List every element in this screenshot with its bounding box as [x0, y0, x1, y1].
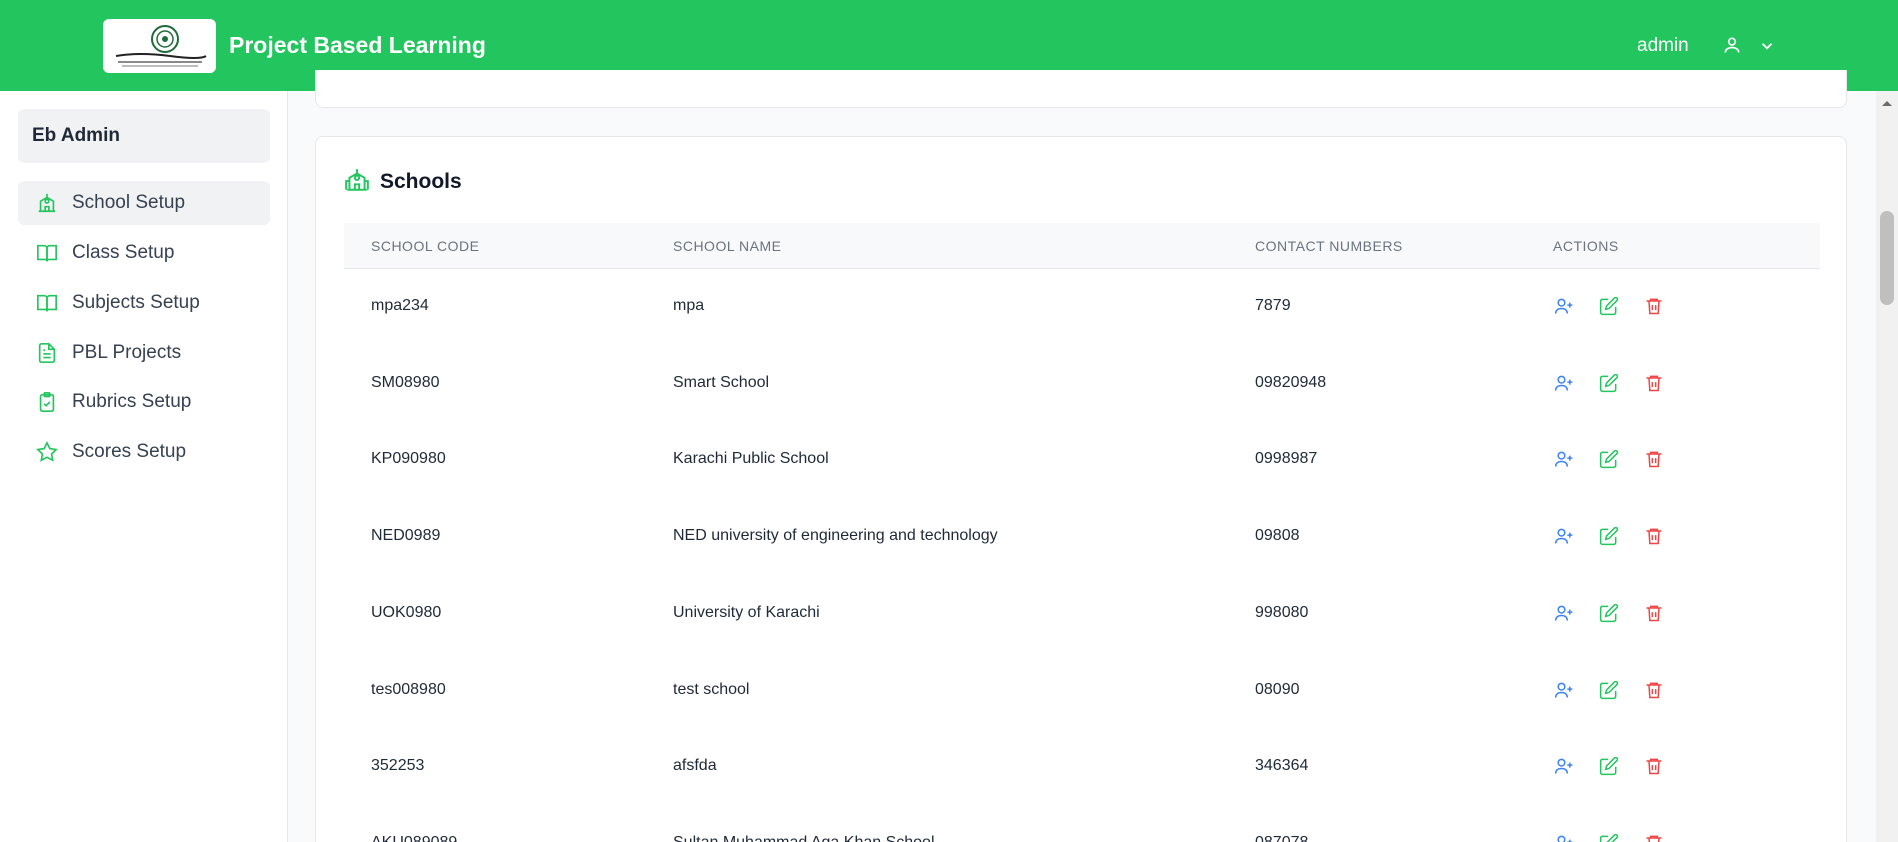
- school-code-cell: tes008980: [371, 680, 446, 698]
- sidebar-item-label: PBL Projects: [72, 342, 182, 363]
- logo[interactable]: [103, 19, 216, 73]
- edit-icon[interactable]: [1599, 373, 1619, 393]
- delete-icon[interactable]: [1644, 833, 1664, 842]
- school-code-cell: NED0989: [371, 527, 441, 545]
- column-header-contact-numbers: CONTACT NUMBERS: [1255, 238, 1403, 254]
- table-row: UOK0980 University of Karachi 998080: [344, 576, 1820, 652]
- card-title: Schools: [380, 170, 462, 193]
- book-open-icon: [37, 294, 57, 312]
- delete-icon[interactable]: [1644, 449, 1664, 469]
- contact-number-cell: 346364: [1255, 757, 1309, 775]
- school-code-cell: 352253: [371, 757, 425, 775]
- school-name-cell: Karachi Public School: [673, 450, 829, 468]
- add-user-icon[interactable]: [1554, 680, 1574, 700]
- school-name-cell: afsfda: [673, 757, 717, 775]
- school-icon: [345, 169, 369, 191]
- school-name-cell: Smart School: [673, 373, 770, 391]
- school-name-cell: mpa: [673, 297, 705, 314]
- user-name[interactable]: admin: [1637, 35, 1689, 57]
- contact-number-cell: 7879: [1255, 297, 1291, 314]
- sidebar-item-label: Scores Setup: [72, 441, 187, 462]
- sidebar: Eb Admin School Setup Class Setup Subjec…: [0, 91, 288, 842]
- school-code-cell: KP090980: [371, 450, 446, 468]
- sidebar-item-scores-setup[interactable]: Scores Setup: [18, 430, 270, 474]
- delete-icon[interactable]: [1644, 603, 1664, 623]
- sidebar-item-class-setup[interactable]: Class Setup: [18, 231, 270, 275]
- edit-icon[interactable]: [1599, 833, 1619, 842]
- scrollbar[interactable]: [1876, 91, 1898, 842]
- sidebar-item-label: School Setup: [72, 192, 186, 213]
- add-user-icon[interactable]: [1554, 373, 1574, 393]
- add-user-icon[interactable]: [1554, 526, 1574, 546]
- add-user-icon[interactable]: [1554, 449, 1574, 469]
- contact-number-cell: 09808: [1255, 527, 1300, 545]
- sidebar-item-label: Rubrics Setup: [72, 391, 192, 412]
- sidebar-item-rubrics-setup[interactable]: Rubrics Setup: [18, 380, 270, 424]
- sidebar-title: Eb Admin: [18, 109, 270, 163]
- chevron-down-icon[interactable]: [1758, 37, 1776, 55]
- edit-icon[interactable]: [1599, 603, 1619, 623]
- delete-icon[interactable]: [1644, 296, 1664, 316]
- school-name-cell: test school: [673, 680, 750, 698]
- edit-icon[interactable]: [1599, 680, 1619, 700]
- school-name-cell: University of Karachi: [673, 603, 820, 621]
- contact-number-cell: 09820948: [1255, 373, 1327, 391]
- sidebar-item-label: Subjects Setup: [72, 292, 200, 313]
- delete-icon[interactable]: [1644, 373, 1664, 393]
- table-row: KP090980 Karachi Public School 0998987: [344, 422, 1820, 498]
- table-row: mpa234 mpa 7879: [344, 269, 1820, 345]
- edit-icon[interactable]: [1599, 756, 1619, 776]
- school-code-cell: UOK0980: [371, 603, 442, 621]
- school-code-cell: SM08980: [371, 373, 440, 391]
- delete-icon[interactable]: [1644, 756, 1664, 776]
- add-user-icon[interactable]: [1554, 756, 1574, 776]
- sidebar-item-school-setup[interactable]: School Setup: [18, 181, 270, 225]
- table-header: SCHOOL CODE SCHOOL NAME CONTACT NUMBERS …: [344, 223, 1820, 269]
- column-header-actions: ACTIONS: [1553, 238, 1619, 254]
- contact-number-cell: 0998987: [1255, 450, 1318, 468]
- university-logo-icon: [115, 25, 207, 67]
- delete-icon[interactable]: [1644, 526, 1664, 546]
- column-header-school-code: SCHOOL CODE: [371, 238, 480, 254]
- previous-card: [315, 70, 1847, 108]
- table-row: AKU089089 Sultan Muhammad Aga Khan School…: [344, 806, 1820, 842]
- app-title: Project Based Learning: [229, 32, 486, 58]
- add-user-icon[interactable]: [1554, 603, 1574, 623]
- contact-number-cell: 087078: [1255, 834, 1308, 842]
- table-row: tes008980 test school 08090: [344, 653, 1820, 729]
- file-text-icon: [38, 343, 56, 363]
- table-row: SM08980 Smart School 09820948: [344, 346, 1820, 422]
- sidebar-item-subjects-setup[interactable]: Subjects Setup: [18, 281, 270, 325]
- book-open-icon: [37, 244, 57, 262]
- sidebar-item-label: Class Setup: [72, 242, 175, 263]
- add-user-icon[interactable]: [1554, 833, 1574, 842]
- star-icon: [36, 441, 58, 462]
- clipboard-check-icon: [39, 392, 55, 412]
- school-code-cell: mpa234: [371, 297, 429, 314]
- scrollbar-thumb[interactable]: [1880, 211, 1894, 305]
- edit-icon[interactable]: [1599, 526, 1619, 546]
- table-row: 352253 afsfda 346364: [344, 729, 1820, 805]
- school-code-cell: AKU089089: [371, 834, 457, 842]
- table-row: NED0989 NED university of engineering and…: [344, 499, 1820, 575]
- school-icon: [38, 193, 56, 213]
- column-header-school-name: SCHOOL NAME: [673, 238, 782, 254]
- contact-number-cell: 08090: [1255, 680, 1300, 698]
- sidebar-item-pbl-projects[interactable]: PBL Projects: [18, 331, 270, 375]
- user-icon[interactable]: [1722, 35, 1742, 55]
- edit-icon[interactable]: [1599, 449, 1619, 469]
- schools-card: Schools SCHOOL CODE SCHOOL NAME CONTACT …: [315, 136, 1847, 842]
- school-name-cell: Sultan Muhammad Aga Khan School: [673, 834, 935, 842]
- add-user-icon[interactable]: [1554, 296, 1574, 316]
- edit-icon[interactable]: [1599, 296, 1619, 316]
- delete-icon[interactable]: [1644, 680, 1664, 700]
- scroll-up-arrow-icon[interactable]: [1879, 97, 1895, 109]
- school-name-cell: NED university of engineering and techno…: [673, 527, 998, 545]
- contact-number-cell: 998080: [1255, 603, 1309, 621]
